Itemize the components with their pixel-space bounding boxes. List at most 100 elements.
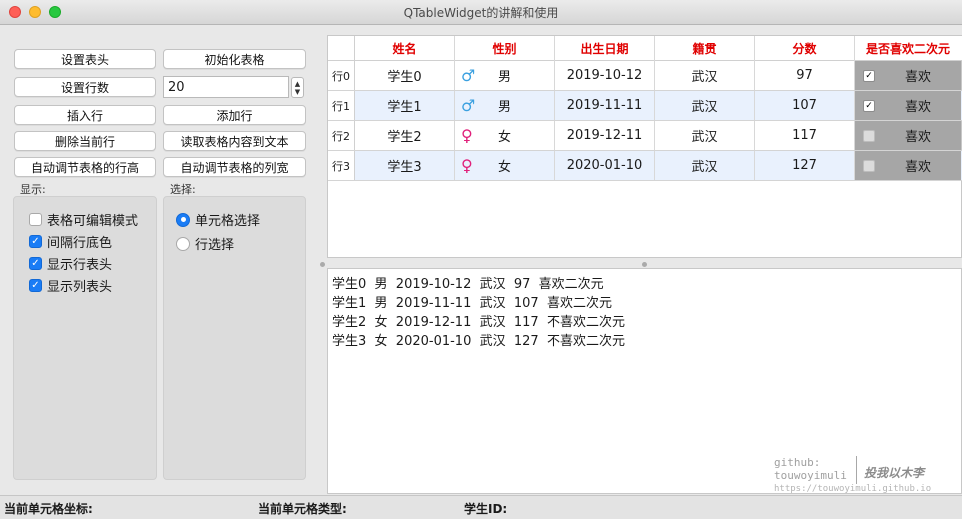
- cell-birth[interactable]: 2019-12-11: [555, 121, 655, 150]
- text-line: 学生3 女 2020-01-10 武汉 127 不喜欢二次元: [332, 334, 625, 349]
- table-row[interactable]: 行0 学生0 ♂ 男 2019-10-12 武汉 97 ✓ 喜欢: [328, 61, 962, 91]
- cell-name[interactable]: 学生0: [355, 61, 455, 90]
- watermark: github: touwoyimuli 投我以木李 https://touwoy…: [760, 452, 960, 494]
- cell-select-radio[interactable]: 单元格选择: [176, 210, 260, 229]
- table-corner[interactable]: [328, 36, 355, 61]
- auto-col-width-button[interactable]: 自动调节表格的列宽: [163, 157, 306, 177]
- cell-score[interactable]: 97: [755, 61, 855, 90]
- gender-text: 男: [497, 70, 511, 85]
- watermark-divider: [856, 456, 857, 484]
- set-header-button[interactable]: 设置表头: [14, 49, 156, 69]
- horizontal-splitter-handle[interactable]: [642, 262, 647, 267]
- radio-unselected-icon: [176, 236, 190, 251]
- show-col-header-checkbox[interactable]: ✓ 显示列表头: [29, 276, 112, 295]
- chevron-up-icon[interactable]: ▲: [295, 80, 300, 88]
- gender-text: 女: [497, 160, 511, 175]
- init-table-button[interactable]: 初始化表格: [163, 49, 306, 69]
- row-header[interactable]: 行3: [328, 151, 355, 180]
- row-count-stepper[interactable]: ▲ ▼: [291, 77, 304, 98]
- checkmark-icon: ✓: [29, 257, 42, 270]
- checkmark-icon[interactable]: ✓: [863, 69, 875, 82]
- add-row-button[interactable]: 添加行: [163, 105, 306, 125]
- auto-row-height-button[interactable]: 自动调节表格的行高: [14, 157, 156, 177]
- column-header-name[interactable]: 姓名: [355, 36, 455, 61]
- text-line: 学生0 男 2019-10-12 武汉 97 喜欢二次元: [332, 277, 604, 292]
- text-line: 学生1 男 2019-11-11 武汉 107 喜欢二次元: [332, 296, 612, 311]
- column-header-score[interactable]: 分数: [755, 36, 855, 61]
- column-header-birth[interactable]: 出生日期: [555, 36, 655, 61]
- column-header-gender[interactable]: 性别: [455, 36, 555, 61]
- insert-row-button[interactable]: 插入行: [14, 105, 156, 125]
- watermark-github: github: touwoyimuli: [774, 456, 847, 482]
- cell-name[interactable]: 学生2: [355, 121, 455, 150]
- checkbox-unchecked-icon[interactable]: [863, 159, 875, 172]
- row-select-radio[interactable]: 行选择: [176, 234, 234, 253]
- checkbox-label: 显示列表头: [47, 280, 113, 295]
- watermark-signature: 投我以木李: [864, 466, 925, 480]
- cell-gender[interactable]: ♂ 男: [455, 61, 555, 90]
- checkmark-icon: ✓: [29, 279, 42, 292]
- cell-birth[interactable]: 2019-11-11: [555, 91, 655, 120]
- table-row[interactable]: 行3 学生3 ♀ 女 2020-01-10 武汉 127 喜欢: [328, 151, 962, 181]
- cell-gender[interactable]: ♀ 女: [455, 121, 555, 150]
- column-header-likes-anime[interactable]: 是否喜欢二次元: [855, 36, 961, 61]
- cell-birth[interactable]: 2019-10-12: [555, 61, 655, 90]
- column-header-hometown[interactable]: 籍贯: [655, 36, 755, 61]
- display-group-label: 显示:: [20, 183, 46, 196]
- student-table[interactable]: 姓名 性别 出生日期 籍贯 分数 是否喜欢二次元 行0 学生0 ♂ 男 2019…: [327, 35, 962, 258]
- maximize-window-button[interactable]: [49, 6, 61, 18]
- watermark-url: https://touwoyimuli.github.io: [774, 484, 932, 494]
- checkbox-unchecked-icon[interactable]: [863, 129, 875, 142]
- checkbox-unchecked-icon: [29, 213, 42, 226]
- vertical-splitter-handle[interactable]: [320, 262, 325, 267]
- cell-score[interactable]: 117: [755, 121, 855, 150]
- cell-hometown[interactable]: 武汉: [655, 61, 755, 90]
- radio-label: 行选择: [195, 238, 235, 253]
- row-header[interactable]: 行0: [328, 61, 355, 90]
- row-header[interactable]: 行2: [328, 121, 355, 150]
- watermark-line2: touwoyimuli: [774, 469, 847, 482]
- gender-text: 女: [497, 130, 511, 145]
- checkbox-label: 表格可编辑模式: [47, 214, 139, 229]
- cell-likes-anime[interactable]: ✓ 喜欢: [855, 91, 961, 120]
- cell-gender[interactable]: ♂ 男: [455, 91, 555, 120]
- cell-likes-anime[interactable]: 喜欢: [855, 151, 961, 180]
- cell-hometown[interactable]: 武汉: [655, 121, 755, 150]
- likes-text: 喜欢: [904, 160, 931, 175]
- select-group-label: 选择:: [170, 183, 196, 196]
- editable-mode-checkbox[interactable]: 表格可编辑模式: [29, 210, 138, 229]
- radio-label: 单元格选择: [195, 214, 261, 229]
- show-row-header-checkbox[interactable]: ✓ 显示行表头: [29, 254, 112, 273]
- checkmark-icon[interactable]: ✓: [863, 99, 875, 112]
- table-header-row: 姓名 性别 出生日期 籍贯 分数 是否喜欢二次元: [328, 36, 962, 61]
- alternate-row-color-checkbox[interactable]: ✓ 间隔行底色: [29, 232, 112, 251]
- checkbox-label: 显示行表头: [47, 258, 113, 273]
- cell-score[interactable]: 107: [755, 91, 855, 120]
- read-to-text-button[interactable]: 读取表格内容到文本: [163, 131, 306, 151]
- chevron-down-icon[interactable]: ▼: [295, 88, 300, 96]
- male-icon: ♂: [461, 96, 476, 115]
- cell-likes-anime[interactable]: 喜欢: [855, 121, 961, 150]
- close-window-button[interactable]: [9, 6, 21, 18]
- status-cell-coord: 当前单元格坐标:: [4, 502, 93, 516]
- table-row[interactable]: 行2 学生2 ♀ 女 2019-12-11 武汉 117 喜欢: [328, 121, 962, 151]
- cell-name[interactable]: 学生1: [355, 91, 455, 120]
- delete-row-button[interactable]: 删除当前行: [14, 131, 156, 151]
- likes-text: 喜欢: [904, 100, 931, 115]
- cell-score[interactable]: 127: [755, 151, 855, 180]
- minimize-window-button[interactable]: [29, 6, 41, 18]
- checkbox-label: 间隔行底色: [47, 236, 113, 251]
- cell-likes-anime[interactable]: ✓ 喜欢: [855, 61, 961, 90]
- checkmark-icon: ✓: [29, 235, 42, 248]
- row-header[interactable]: 行1: [328, 91, 355, 120]
- cell-hometown[interactable]: 武汉: [655, 151, 755, 180]
- cell-name[interactable]: 学生3: [355, 151, 455, 180]
- male-icon: ♂: [461, 66, 476, 85]
- cell-gender[interactable]: ♀ 女: [455, 151, 555, 180]
- cell-birth[interactable]: 2020-01-10: [555, 151, 655, 180]
- row-count-input[interactable]: 20: [163, 76, 289, 98]
- cell-hometown[interactable]: 武汉: [655, 91, 755, 120]
- set-rows-button[interactable]: 设置行数: [14, 77, 156, 97]
- title-bar: QTableWidget的讲解和使用: [0, 0, 962, 25]
- table-row[interactable]: 行1 学生1 ♂ 男 2019-11-11 武汉 107 ✓ 喜欢: [328, 91, 962, 121]
